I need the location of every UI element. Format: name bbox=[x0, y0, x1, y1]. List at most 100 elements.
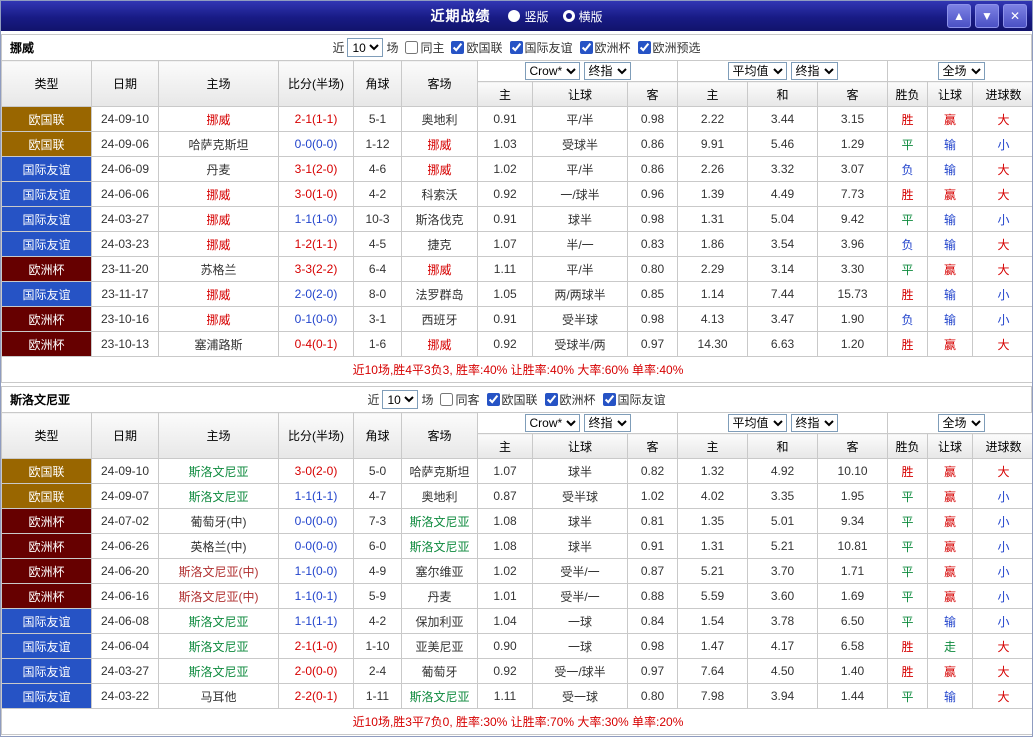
close-button[interactable]: ✕ bbox=[1003, 4, 1027, 28]
league-filter-checkbox[interactable] bbox=[602, 393, 616, 406]
bookmaker-select[interactable]: Crow* bbox=[524, 414, 580, 432]
score[interactable]: 2-0(2-0) bbox=[278, 281, 354, 307]
average-select[interactable]: 平均值 bbox=[727, 62, 787, 80]
score[interactable]: 1-1(0-0) bbox=[278, 558, 354, 584]
home-team[interactable]: 挪威 bbox=[158, 281, 279, 307]
league-filter[interactable]: 欧洲杯 bbox=[544, 391, 596, 408]
score[interactable]: 1-1(1-0) bbox=[278, 206, 354, 232]
home-team[interactable]: 葡萄牙(中) bbox=[158, 508, 279, 534]
score[interactable]: 1-2(1-1) bbox=[278, 231, 354, 257]
final-odds-select[interactable]: 终指 bbox=[583, 62, 631, 80]
match-count-select[interactable]: 10 bbox=[347, 38, 384, 57]
away-team[interactable]: 保加利亚 bbox=[401, 608, 478, 634]
final-odds-select[interactable]: 终指 bbox=[790, 62, 838, 80]
home-team[interactable]: 挪威 bbox=[158, 181, 279, 207]
league-filter-checkbox[interactable] bbox=[486, 393, 500, 406]
home-team[interactable]: 挪威 bbox=[158, 306, 279, 332]
away-team[interactable]: 葡萄牙 bbox=[401, 658, 478, 684]
away-team[interactable]: 斯洛文尼亚 bbox=[401, 683, 478, 709]
home-team[interactable]: 英格兰(中) bbox=[158, 533, 279, 559]
match-row: 欧洲杯 24-06-16 斯洛文尼亚(中) 1-1(0-1) 5-9 丹麦 1.01 受半/一… bbox=[1, 583, 1032, 609]
score[interactable]: 1-1(1-1) bbox=[278, 483, 354, 509]
match-scope-select[interactable]: 全场 bbox=[937, 414, 985, 432]
away-team[interactable]: 科索沃 bbox=[401, 181, 478, 207]
away-team[interactable]: 挪威 bbox=[401, 156, 478, 182]
score[interactable]: 3-0(2-0) bbox=[278, 458, 354, 484]
home-team[interactable]: 斯洛文尼亚 bbox=[158, 658, 279, 684]
league-filter-checkbox[interactable] bbox=[579, 41, 593, 54]
score[interactable]: 2-1(1-1) bbox=[278, 106, 354, 132]
same-venue-filter[interactable]: 同主 bbox=[405, 39, 444, 56]
league-filter-checkbox[interactable] bbox=[451, 41, 465, 54]
league-filter[interactable]: 欧洲杯 bbox=[579, 39, 631, 56]
score[interactable]: 2-2(0-1) bbox=[278, 683, 354, 709]
away-team[interactable]: 丹麦 bbox=[401, 583, 478, 609]
dropdown-header-row: 类型 日期 主场 比分(半场) 角球 客场 Crow* 终指 平均值 终指 全场 bbox=[1, 60, 1032, 107]
layout-radio-horizontal[interactable]: 横版 bbox=[562, 8, 603, 25]
average-select[interactable]: 平均值 bbox=[727, 414, 787, 432]
league-filter[interactable]: 欧洲预选 bbox=[637, 39, 701, 56]
bookmaker-select[interactable]: Crow* bbox=[524, 62, 580, 80]
home-team[interactable]: 斯洛文尼亚 bbox=[158, 608, 279, 634]
score[interactable]: 2-1(1-0) bbox=[278, 633, 354, 659]
final-odds-select[interactable]: 终指 bbox=[790, 414, 838, 432]
home-team[interactable]: 苏格兰 bbox=[158, 256, 279, 282]
score[interactable]: 0-0(0-0) bbox=[278, 533, 354, 559]
home-team[interactable]: 斯洛文尼亚(中) bbox=[158, 583, 279, 609]
away-team[interactable]: 西班牙 bbox=[401, 306, 478, 332]
score[interactable]: 2-0(0-0) bbox=[278, 658, 354, 684]
score[interactable]: 3-0(1-0) bbox=[278, 181, 354, 207]
league-filter-checkbox[interactable] bbox=[509, 41, 523, 54]
score[interactable]: 1-1(0-1) bbox=[278, 583, 354, 609]
home-team[interactable]: 挪威 bbox=[158, 206, 279, 232]
match-scope-select[interactable]: 全场 bbox=[937, 62, 985, 80]
same-venue-checkbox[interactable] bbox=[405, 41, 419, 54]
score[interactable]: 0-1(0-0) bbox=[278, 306, 354, 332]
league-filter[interactable]: 欧国联 bbox=[486, 391, 538, 408]
move-up-button[interactable]: ▲ bbox=[947, 4, 971, 28]
move-down-button[interactable]: ▼ bbox=[975, 4, 999, 28]
league-filter[interactable]: 国际友谊 bbox=[509, 39, 573, 56]
home-team[interactable]: 丹麦 bbox=[158, 156, 279, 182]
home-team[interactable]: 挪威 bbox=[158, 106, 279, 132]
score[interactable]: 3-1(2-0) bbox=[278, 156, 354, 182]
final-odds-select[interactable]: 终指 bbox=[583, 414, 631, 432]
home-team[interactable]: 斯洛文尼亚 bbox=[158, 483, 279, 509]
away-team[interactable]: 亚美尼亚 bbox=[401, 633, 478, 659]
layout-radio-vertical[interactable]: 竖版 bbox=[508, 8, 549, 25]
home-team[interactable]: 斯洛文尼亚 bbox=[158, 633, 279, 659]
match-count-select[interactable]: 10 bbox=[382, 390, 419, 409]
score[interactable]: 1-1(1-1) bbox=[278, 608, 354, 634]
avg-home: 7.64 bbox=[677, 658, 749, 684]
away-team[interactable]: 法罗群岛 bbox=[401, 281, 478, 307]
away-team[interactable]: 塞尔维亚 bbox=[401, 558, 478, 584]
away-team[interactable]: 奥地利 bbox=[401, 483, 478, 509]
league-filter-checkbox[interactable] bbox=[637, 41, 651, 54]
away-team[interactable]: 捷克 bbox=[401, 231, 478, 257]
away-team[interactable]: 斯洛文尼亚 bbox=[401, 508, 478, 534]
odds-home: 1.03 bbox=[477, 131, 533, 157]
same-venue-filter[interactable]: 同客 bbox=[440, 391, 480, 408]
score[interactable]: 0-4(0-1) bbox=[278, 331, 354, 357]
home-team[interactable]: 塞浦路斯 bbox=[158, 331, 279, 357]
home-team[interactable]: 马耳他 bbox=[158, 683, 279, 709]
goals-over-under: 小 bbox=[972, 206, 1032, 232]
away-team[interactable]: 挪威 bbox=[401, 331, 478, 357]
score[interactable]: 3-3(2-2) bbox=[278, 256, 354, 282]
home-team[interactable]: 挪威 bbox=[158, 231, 279, 257]
away-team[interactable]: 挪威 bbox=[401, 256, 478, 282]
score[interactable]: 0-0(0-0) bbox=[278, 508, 354, 534]
home-team[interactable]: 哈萨克斯坦 bbox=[158, 131, 279, 157]
away-team[interactable]: 挪威 bbox=[401, 131, 478, 157]
league-filter-checkbox[interactable] bbox=[544, 393, 558, 406]
away-team[interactable]: 奥地利 bbox=[401, 106, 478, 132]
same-venue-checkbox[interactable] bbox=[440, 393, 454, 406]
home-team[interactable]: 斯洛文尼亚 bbox=[158, 458, 279, 484]
league-filter[interactable]: 国际友谊 bbox=[602, 391, 666, 408]
away-team[interactable]: 斯洛伐克 bbox=[401, 206, 478, 232]
home-team[interactable]: 斯洛文尼亚(中) bbox=[158, 558, 279, 584]
away-team[interactable]: 斯洛文尼亚 bbox=[401, 533, 478, 559]
score[interactable]: 0-0(0-0) bbox=[278, 131, 354, 157]
league-filter[interactable]: 欧国联 bbox=[451, 39, 503, 56]
away-team[interactable]: 哈萨克斯坦 bbox=[401, 458, 478, 484]
